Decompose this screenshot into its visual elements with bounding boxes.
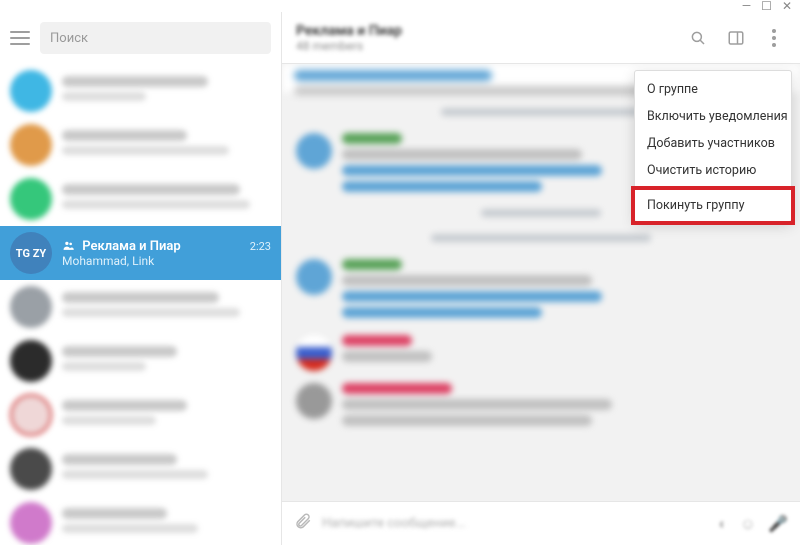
chat-name: Реклама и Пиар	[62, 239, 181, 254]
search-input[interactable]: Поиск	[40, 22, 271, 54]
attach-icon[interactable]	[294, 512, 312, 535]
menu-about-group[interactable]: О группе	[635, 76, 791, 103]
mic-icon[interactable]: 🎤	[768, 514, 788, 534]
chat-time: 2:23	[250, 240, 271, 253]
chat-title: Реклама и Пиар	[296, 23, 674, 39]
composer-placeholder: Напишите сообщение...	[322, 516, 708, 531]
window-minimize-icon[interactable]: —	[742, 0, 751, 12]
main-panel: Реклама и Пиар 48 members	[282, 12, 800, 545]
window-close-icon[interactable]: ✕	[782, 0, 792, 12]
chat-subtitle: Mohammad, Link	[62, 254, 271, 268]
chat-list-item[interactable]	[0, 64, 281, 118]
chat-list: TG ZY Реклама и Пиар 2:23 Mohammad, Link	[0, 64, 281, 545]
chat-list-item-active[interactable]: TG ZY Реклама и Пиар 2:23 Mohammad, Link	[0, 226, 281, 280]
menu-add-members[interactable]: Добавить участников	[635, 130, 791, 157]
menu-enable-notifications[interactable]: Включить уведомления	[635, 103, 791, 130]
chat-header: Реклама и Пиар 48 members	[282, 12, 800, 64]
sidebar: Поиск TG ZY	[0, 12, 282, 545]
chat-list-item[interactable]	[0, 442, 281, 496]
more-options-button[interactable]	[762, 26, 786, 50]
chat-list-item[interactable]	[0, 496, 281, 545]
message-composer[interactable]: Напишите сообщение... ◐ ☺ 🎤	[282, 501, 800, 545]
chat-list-item[interactable]	[0, 118, 281, 172]
chat-options-menu: О группе Включить уведомления Добавить у…	[634, 70, 792, 222]
window-maximize-icon[interactable]: ☐	[761, 0, 772, 12]
emoji-icon[interactable]: ☺	[740, 514, 756, 534]
chat-list-item[interactable]	[0, 172, 281, 226]
chat-list-item[interactable]	[0, 388, 281, 442]
avatar: TG ZY	[10, 232, 52, 274]
search-icon[interactable]	[686, 26, 710, 50]
chat-list-item[interactable]	[0, 280, 281, 334]
search-placeholder: Поиск	[50, 31, 88, 46]
chat-list-item[interactable]	[0, 334, 281, 388]
chat-subtitle: 48 members	[296, 39, 674, 53]
sticker-icon[interactable]: ◐	[718, 514, 728, 534]
window-titlebar: — ☐ ✕	[0, 0, 800, 12]
side-panel-icon[interactable]	[724, 26, 748, 50]
menu-clear-history[interactable]: Очистить историю	[635, 157, 791, 184]
menu-leave-group[interactable]: Покинуть группу	[631, 186, 795, 225]
menu-button[interactable]	[10, 31, 30, 45]
